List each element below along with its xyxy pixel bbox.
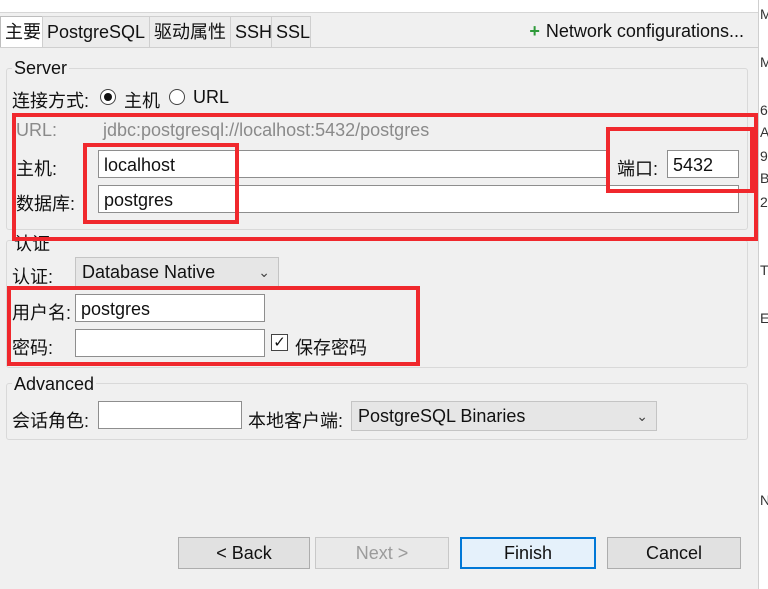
radio-url[interactable] (169, 89, 185, 105)
next-button[interactable]: Next > (315, 537, 449, 569)
auth-method-label: 认证: (12, 267, 54, 287)
side-letter: 2 (760, 194, 768, 210)
local-client-label: 本地客户端: (248, 411, 344, 431)
checkmark-icon: ✓ (273, 334, 286, 351)
password-input[interactable] (75, 329, 265, 357)
chevron-down-icon: ⌄ (636, 408, 648, 424)
finish-button[interactable]: Finish (460, 537, 596, 569)
side-letter: A (760, 124, 768, 140)
side-letter: M (760, 6, 768, 22)
tab-divider (0, 47, 758, 48)
port-label: 端口: (617, 159, 659, 179)
advanced-group-title: Advanced (12, 374, 97, 395)
connect-method-label: 连接方式: (12, 91, 90, 111)
side-letter: M (760, 54, 768, 70)
side-letter: 6 (760, 102, 768, 118)
username-label: 用户名: (12, 303, 72, 323)
auth-method-value: Database Native (82, 262, 216, 282)
side-letter: N (760, 492, 768, 508)
network-configurations-label: Network configurations... (545, 21, 744, 41)
tab-bar: 主要 PostgreSQL 驱动属性 SSH SSL + Network conf… (0, 16, 758, 48)
server-group-title: Server (12, 58, 70, 79)
save-password-checkbox[interactable]: ✓ (271, 334, 288, 351)
radio-selected-dot (104, 93, 112, 101)
side-letter: B (760, 170, 768, 186)
radio-host[interactable] (100, 89, 116, 105)
auth-group-title: 认证 (12, 230, 52, 256)
tab-main[interactable]: 主要 (0, 16, 44, 47)
local-client-value: PostgreSQL Binaries (358, 406, 526, 426)
plus-icon: + (529, 21, 540, 41)
session-role-label: 会话角色: (12, 411, 90, 431)
save-password-label: 保存密码 (295, 338, 367, 358)
side-panel: M M 6 A 9 B 2 T E N (758, 0, 768, 589)
network-configurations-button[interactable]: + Network configurations... (529, 16, 744, 46)
top-strip (0, 0, 760, 13)
host-label: 主机: (16, 159, 58, 179)
local-client-select[interactable]: PostgreSQL Binaries ⌄ (351, 401, 657, 431)
radio-url-label: URL (193, 87, 230, 107)
side-letter: T (760, 262, 768, 278)
database-label: 数据库: (16, 194, 76, 214)
back-button[interactable]: < Back (178, 537, 310, 569)
side-letter: E (760, 310, 768, 326)
port-input[interactable]: 5432 (667, 150, 739, 178)
cancel-button[interactable]: Cancel (607, 537, 741, 569)
session-role-input[interactable] (98, 401, 242, 429)
database-input[interactable]: postgres (98, 185, 739, 213)
tab-postgresql[interactable]: PostgreSQL (42, 16, 150, 47)
tab-ssl[interactable]: SSL (271, 16, 311, 47)
host-input[interactable]: localhost (98, 150, 610, 178)
auth-method-select[interactable]: Database Native ⌄ (75, 257, 279, 287)
tab-ssh[interactable]: SSH (230, 16, 274, 47)
username-input[interactable]: postgres (75, 294, 265, 322)
url-value: jdbc:postgresql://localhost:5432/postgre… (103, 120, 430, 140)
side-letter: 9 (760, 148, 768, 164)
password-label: 密码: (12, 338, 54, 358)
chevron-down-icon: ⌄ (258, 264, 270, 280)
tab-driver-properties[interactable]: 驱动属性 (149, 16, 231, 47)
url-label: URL: (16, 120, 58, 140)
radio-host-label: 主机 (124, 91, 160, 111)
